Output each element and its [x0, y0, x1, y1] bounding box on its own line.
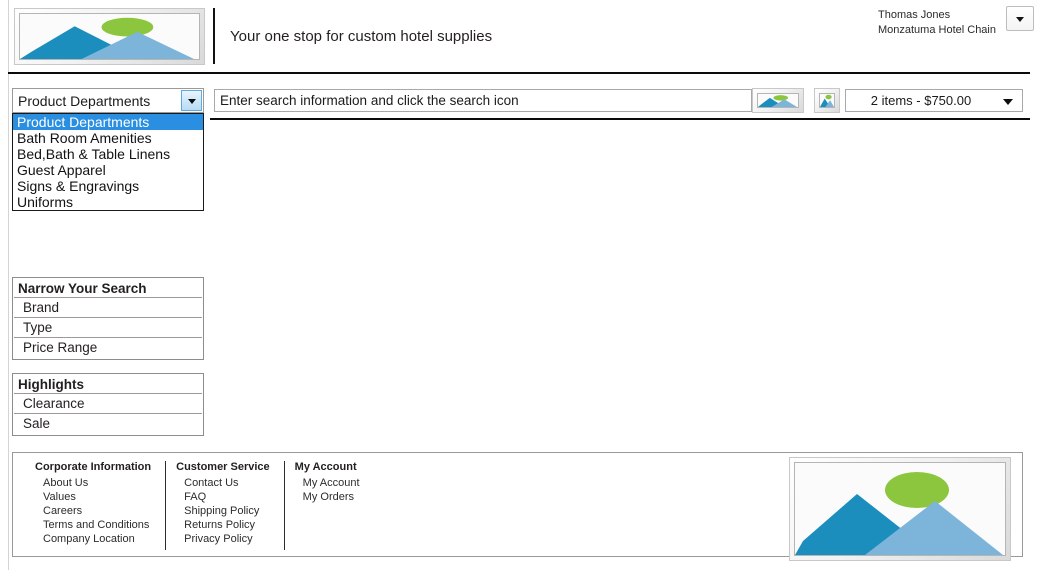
- footer-link-faq[interactable]: FAQ: [176, 490, 270, 504]
- footer-link-values[interactable]: Values: [35, 490, 151, 504]
- footer-link-shipping-policy[interactable]: Shipping Policy: [176, 504, 270, 518]
- facet-panel-narrow-your-search: Narrow Your Search Brand Type Price Rang…: [12, 277, 204, 360]
- footer-column-corporate-information: Corporate Information About Us Values Ca…: [25, 461, 167, 550]
- footer-column-title: Customer Service: [176, 461, 270, 473]
- site-tagline: Your one stop for custom hotel supplies: [230, 28, 493, 45]
- header-rule: [8, 72, 1030, 74]
- image-placeholder-icon: [819, 93, 835, 108]
- facet-panel-title: Narrow Your Search: [14, 279, 202, 298]
- department-option[interactable]: Product Departments: [13, 114, 203, 130]
- footer-columns: Corporate Information About Us Values Ca…: [25, 461, 374, 550]
- chevron-down-icon: [1016, 16, 1024, 22]
- search-button[interactable]: [752, 88, 804, 113]
- department-select-arrow[interactable]: [181, 90, 202, 111]
- image-placeholder-icon: [757, 93, 799, 108]
- department-option[interactable]: Bed,Bath & Table Linens: [13, 146, 203, 162]
- facet-panel-highlights: Highlights Clearance Sale: [12, 373, 204, 436]
- image-placeholder-icon: [19, 13, 200, 60]
- footer-column-title: Corporate Information: [35, 461, 152, 473]
- footer-link-returns-policy[interactable]: Returns Policy: [176, 518, 270, 532]
- department-select-dropdown[interactable]: Product Departments Bath Room Amenities …: [12, 113, 204, 211]
- facet-item-clearance[interactable]: Clearance: [14, 394, 202, 414]
- footer-logo: [789, 457, 1011, 561]
- footer-link-privacy-policy[interactable]: Privacy Policy: [176, 532, 270, 546]
- department-option[interactable]: Signs & Engravings: [13, 178, 203, 194]
- facet-item-price-range[interactable]: Price Range: [14, 338, 202, 358]
- department-option[interactable]: Guest Apparel: [13, 162, 203, 178]
- footer-link-my-account[interactable]: My Account: [295, 476, 360, 490]
- search-input[interactable]: [214, 89, 752, 112]
- page-left-rail: [8, 0, 9, 570]
- facet-item-brand[interactable]: Brand: [14, 298, 202, 318]
- user-info: Thomas Jones Monzatuma Hotel Chain: [878, 8, 996, 38]
- footer-column-customer-service: Customer Service Contact Us FAQ Shipping…: [166, 461, 285, 550]
- footer-link-terms-and-conditions[interactable]: Terms and Conditions: [35, 518, 151, 532]
- cart-select[interactable]: 2 items - $750.00: [845, 89, 1023, 112]
- department-select-value: Product Departments: [18, 93, 151, 109]
- image-placeholder-icon: [794, 462, 1006, 556]
- user-name: Thomas Jones: [877, 9, 951, 21]
- footer-link-my-orders[interactable]: My Orders: [295, 490, 360, 504]
- secondary-image-button[interactable]: [814, 88, 840, 113]
- facet-item-type[interactable]: Type: [14, 318, 202, 338]
- site-logo[interactable]: [14, 8, 205, 65]
- facet-item-sale[interactable]: Sale: [14, 414, 202, 434]
- department-select[interactable]: Product Departments: [12, 88, 204, 113]
- cart-summary-label: 2 items - $750.00: [870, 93, 972, 108]
- facet-panel-title: Highlights: [14, 375, 202, 394]
- footer-link-company-location[interactable]: Company Location: [35, 532, 151, 546]
- footer-link-about-us[interactable]: About Us: [35, 476, 151, 490]
- footer-link-careers[interactable]: Careers: [35, 504, 151, 518]
- department-option[interactable]: Bath Room Amenities: [13, 130, 203, 146]
- search-row-rule: [210, 118, 1030, 120]
- department-option[interactable]: Uniforms: [13, 194, 203, 210]
- user-company: Monzatuma Hotel Chain: [877, 24, 996, 36]
- chevron-down-icon: [187, 98, 196, 104]
- footer-link-contact-us[interactable]: Contact Us: [176, 476, 270, 490]
- chevron-down-icon: [1003, 99, 1013, 105]
- header-divider: [213, 8, 215, 64]
- footer-column-my-account: My Account My Account My Orders: [285, 461, 374, 550]
- user-menu-button[interactable]: [1006, 6, 1034, 31]
- footer-column-title: My Account: [294, 461, 357, 473]
